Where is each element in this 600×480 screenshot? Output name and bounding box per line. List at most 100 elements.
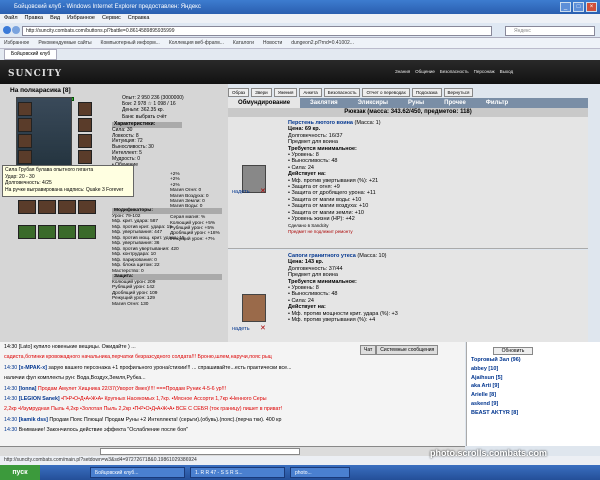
inventory-top-button[interactable]: Образ [228,88,250,97]
game-nav-link[interactable]: Общение [415,69,435,74]
character-name: На полкарасика [8] [10,87,71,94]
user-entry[interactable]: Arielle [8] [471,391,600,400]
boots-title[interactable]: Сапоги гранитного утеса [288,253,356,259]
menu-item[interactable]: Файл [4,15,18,21]
search-input[interactable]: Яндекс [505,26,595,36]
game-nav-link[interactable]: Знания [395,69,410,74]
boots-image [242,294,266,322]
favorite-link[interactable]: dungeon2.pl?rnd=0.41002... [291,40,354,46]
chat-nick[interactable]: [x-MPAK-x] [19,365,47,371]
user-entry[interactable]: askend [9] [471,400,600,409]
favorite-link[interactable]: Избранное [4,40,29,46]
back-icon[interactable] [3,26,11,34]
belt-slot[interactable] [18,150,32,164]
inventory-top-button[interactable]: Вернуться [443,88,474,97]
gloves-slot[interactable] [78,118,92,132]
amulet-slot[interactable] [78,102,92,116]
rune-slot-4[interactable] [78,200,96,214]
user-entry[interactable]: aka Arti [9] [471,382,600,391]
elixir-slot-2[interactable] [38,225,56,239]
rune-slot-3[interactable] [58,200,76,214]
elixir-slot-4[interactable] [78,225,96,239]
protection-list: Колющий урон: 209 Рубящий урон: 142 Дробящ… [112,280,222,308]
maximize-button[interactable]: □ [573,2,584,12]
chat-text: садиста,ботинки кровожадного начальника,… [4,354,272,361]
shield-slot[interactable] [78,134,92,148]
menu-item[interactable]: Справка [128,15,150,21]
inventory-tab[interactable]: Эликсиры [348,98,398,108]
delete-boots-icon[interactable]: ✕ [260,324,266,332]
inventory-top-button[interactable]: Подсказка [411,88,442,97]
character-stats: Опыт: 2 950 236 (3000000) Бои: 2 978 ☆ 1 … [122,95,227,120]
weapon-slot[interactable] [18,118,32,132]
inventory-top-button[interactable]: Умения [273,88,298,97]
start-button[interactable]: пуск [0,465,40,480]
ring-title[interactable]: Перстень лютого воина [288,120,353,126]
characteristics-list: Сила: 30 Ловкость: 8 Интуиция: 72 Выносливо… [112,127,182,169]
elixir-slot-1[interactable] [18,225,36,239]
forward-icon[interactable] [12,26,20,34]
menu-item[interactable]: Избранное [67,15,95,21]
chat-nick[interactable]: [LEGION Sanek] [19,396,60,402]
chat-line: 2,2кр •Изумрудная Пыль 4,2кр •Золотая Пы… [4,404,465,414]
chat-nick[interactable]: [Ionna] [19,386,37,392]
elixir-slot-3[interactable] [58,225,76,239]
game-nav-link[interactable]: Безопасность [440,69,469,74]
favorite-link[interactable]: Коллекция веб-фрагм... [169,40,224,46]
equip-ring-button[interactable]: надеть [232,189,250,195]
inventory-tab[interactable]: Обмундирование [228,98,301,108]
chat-line: 14:30 [x-MPAK-x] зарую вашего персонажа … [4,363,465,373]
game-nav: Знания Общение Безопасность Персонаж Выход [395,69,518,74]
chat-text: 14:30 [Lato] купило новенькие вещицы. Ож… [4,344,136,350]
item-tooltip: Сила Грубая булава опытного гиганта Удар:… [2,165,134,197]
user-entry[interactable]: BEAST AKTYR [8] [471,409,600,418]
user-entry[interactable]: abbey [10] [471,365,600,374]
chat-line: 14:30 [kamik dss] Продам Пояс Плюща! Про… [4,415,465,425]
favorite-link[interactable]: Каталоги [233,40,254,46]
favorite-link[interactable]: Компьютерный информ... [101,40,160,46]
taskbar-item-2[interactable]: 1. R R 47 - S S R S... [190,467,285,478]
boots-details: Сапоги гранитного утеса (Масса: 10) Цена… [288,253,558,323]
inventory-top-buttons: Образ Звери Умения Анкета Безопасность Отчет … [228,88,600,97]
favorite-link[interactable]: Новости [263,40,282,46]
favorite-link[interactable]: Рекомендуемые сайты [38,40,91,46]
chat-input[interactable] [100,448,300,455]
rune-slot-1[interactable] [18,200,36,214]
minimize-button[interactable]: _ [560,2,571,12]
inventory-tab[interactable]: Фильтр [476,98,518,108]
helmet-slot[interactable] [18,102,32,116]
modifiers: Модификаторы: Урон: 79-102 Мф. крит. удар… [112,208,222,307]
inventory-top-button[interactable]: Отчет о переводах [362,88,410,97]
menu-item[interactable]: Правка [25,15,44,21]
inventory-tab[interactable]: Руны [398,98,434,108]
chat-nick[interactable]: [kamik dss] [19,417,48,423]
refresh-button[interactable]: Обновить [493,347,533,355]
inventory-tab[interactable]: Прочее [434,98,476,108]
game-nav-link[interactable]: Выход [500,69,513,74]
menu-item[interactable]: Сервис [102,15,121,21]
taskbar-item-3[interactable]: photo... [290,467,350,478]
chat-line: 14:30 Внимание! Закончилось действие эфф… [4,425,465,435]
inventory-top-button[interactable]: Анкета [299,88,322,97]
close-button[interactable]: × [586,2,597,12]
chat-tab[interactable]: Системные сообщения [376,345,439,355]
rune-slot-2[interactable] [38,200,56,214]
inventory-tab[interactable]: Заклятия [300,98,348,108]
taskbar-item-1[interactable]: Бойцовский клуб... [90,467,185,478]
inventory-tabs: Обмундирование Заклятия Эликсиры Руны Прочее… [228,98,588,108]
equip-boots-button[interactable]: надеть [232,326,250,332]
armor-slot[interactable] [18,134,32,148]
menu-item[interactable]: Вид [50,15,60,21]
browser-tab[interactable]: Бойцовский клуб [4,49,58,60]
chat-tab[interactable]: Чат [360,345,377,355]
address-input[interactable]: http://suncity.combats.com/buttons.pl?ba… [22,26,492,36]
user-entry[interactable]: Ajaihsun [5] [471,374,600,383]
inventory-top-button[interactable]: Безопасность [323,88,361,97]
game-nav-link[interactable]: Персонаж [474,69,495,74]
chat-time: 14:30 [4,364,18,371]
delete-ring-icon[interactable]: ✕ [260,187,266,195]
boots-effects: • Мф. против мощности крит. удара (%): +… [288,311,558,324]
chat-text: зарую вашего персонажа +1 профильного ур… [48,364,292,371]
boots-slot[interactable] [78,150,92,164]
inventory-top-button[interactable]: Звери [251,88,272,97]
